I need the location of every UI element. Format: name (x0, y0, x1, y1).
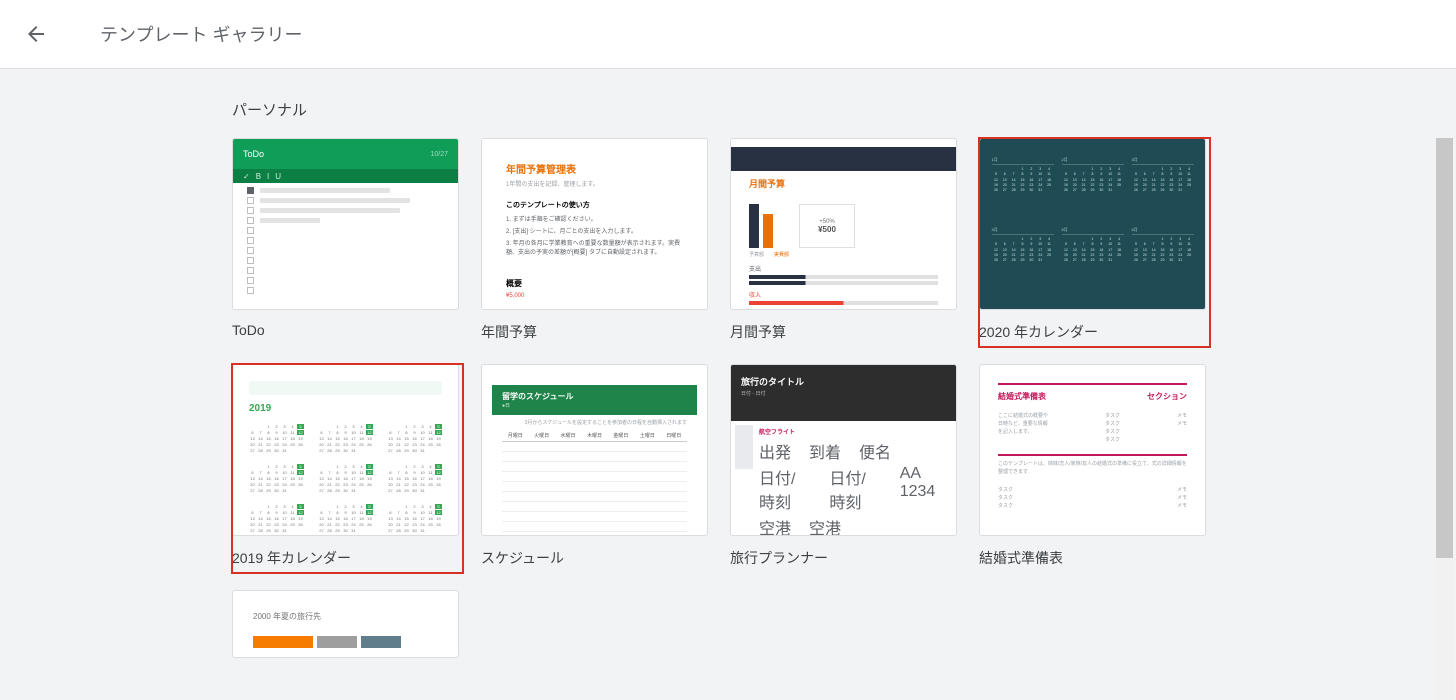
arrow-left-icon (24, 22, 48, 46)
template-card-travel-destinations[interactable]: 2000 年夏の旅行先 (232, 590, 459, 658)
thumb-schedule: 留学のスケジュール●日 3月からスケジュールを設定することを参加者の日程を自動挿… (481, 364, 708, 536)
page-title: テンプレート ギャラリー (100, 21, 302, 47)
thumb-todo: ToDo10/27 ✓BIU (232, 138, 459, 310)
template-card-annual-budget[interactable]: 年間予算管理表 1年間の支出を記録、管理します。 このテンプレートの使い方 1.… (481, 138, 708, 342)
header: テンプレート ギャラリー (0, 0, 1456, 69)
thumb-2020-cal: 1月12345678910111213141516171819202122232… (979, 138, 1206, 310)
card-label: スケジュール (481, 548, 708, 568)
thumb-2019-cal: 2019 12345678910111213141516171819202122… (232, 364, 459, 536)
back-button[interactable] (16, 14, 56, 54)
template-card-todo[interactable]: ToDo10/27 ✓BIU (232, 138, 459, 342)
viewport: テンプレート ギャラリー パーソナル ToDo10/27 ✓BIU (0, 0, 1456, 700)
template-grid: ToDo10/27 ✓BIU (232, 138, 1212, 658)
thumb-annual: 年間予算管理表 1年間の支出を記録、管理します。 このテンプレートの使い方 1.… (481, 138, 708, 310)
card-label: 月間予算 (730, 322, 957, 342)
card-label: 年間予算 (481, 322, 708, 342)
card-label: 2020 年カレンダー (979, 322, 1206, 342)
content-scroll[interactable]: パーソナル ToDo10/27 ✓BIU (0, 69, 1456, 700)
thumb-travel: 旅行のタイトル日付 - 日付 航空フライト 出発到着便名 日付/時刻日付/時刻A… (730, 364, 957, 536)
template-card-wedding[interactable]: 結婚式準備表 セクション ここに結婚式の概要や日時など、重要な情報を記入します。… (979, 364, 1206, 568)
thumb-wedding: 結婚式準備表 セクション ここに結婚式の概要や日時など、重要な情報を記入します。… (979, 364, 1206, 536)
template-card-schedule[interactable]: 留学のスケジュール●日 3月からスケジュールを設定することを参加者の日程を自動挿… (481, 364, 708, 568)
template-card-2020-calendar[interactable]: 1月12345678910111213141516171819202122232… (979, 138, 1206, 342)
thumb-row3: 2000 年夏の旅行先 (232, 590, 459, 658)
section-label-personal: パーソナル (232, 99, 1456, 120)
content: パーソナル ToDo10/27 ✓BIU (0, 69, 1456, 698)
card-label: ToDo (232, 322, 459, 338)
template-card-monthly-budget[interactable]: 月間予算 +50%¥500 予算額実費額 支出 収入 (730, 138, 957, 342)
template-card-travel-planner[interactable]: 旅行のタイトル日付 - 日付 航空フライト 出発到着便名 日付/時刻日付/時刻A… (730, 364, 957, 568)
template-card-2019-calendar[interactable]: 2019 12345678910111213141516171819202122… (232, 364, 459, 568)
card-label: 2019 年カレンダー (232, 548, 459, 568)
thumb-monthly: 月間予算 +50%¥500 予算額実費額 支出 収入 (730, 138, 957, 310)
scrollbar-thumb[interactable] (1436, 138, 1453, 558)
card-label: 結婚式準備表 (979, 548, 1206, 568)
card-label: 旅行プランナー (730, 548, 957, 568)
